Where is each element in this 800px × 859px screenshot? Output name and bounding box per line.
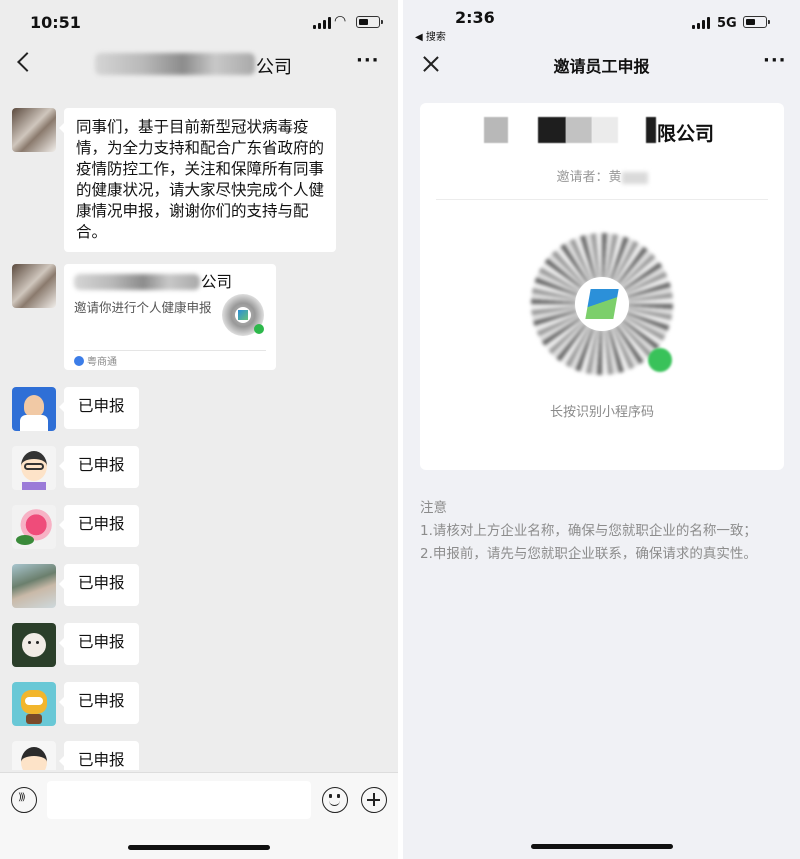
avatar[interactable] [12, 682, 56, 726]
network-label: 5G [717, 16, 737, 31]
note-item: 2.申报前，请先与您就职企业联系，确保请求的真实性。 [420, 546, 757, 562]
status-time: 2:36 [455, 8, 495, 27]
card-description: 邀请你进行个人健康申报 [74, 300, 212, 315]
avatar[interactable] [12, 505, 56, 549]
notes-section: 注意 1.请核对上方企业名称，确保与您就职企业的名称一致； 2.申报前，请先与您… [420, 497, 770, 566]
redacted-block [484, 117, 508, 143]
status-bar: 10:51 ◠ [0, 0, 398, 44]
message-bubble[interactable]: 同事们，基于目前新型冠状病毒疫情，为全力支持和配合广东省政府的疫情防控工作，关注… [59, 108, 336, 252]
voice-icon[interactable] [11, 787, 37, 813]
redacted-block [592, 117, 618, 143]
back-arrow-icon[interactable] [17, 52, 37, 72]
avatar[interactable] [12, 564, 56, 608]
avatar[interactable] [12, 623, 56, 667]
inviter-line: 邀请者：黄 [420, 166, 784, 185]
message-bubble[interactable]: 已申报 [59, 741, 139, 770]
app-logo-icon [74, 355, 84, 366]
card-title: 公司 [201, 273, 233, 291]
chat-nav-bar: 公司 ··· [0, 44, 398, 86]
message-bubble[interactable]: 已申报 [59, 682, 139, 724]
home-indicator [531, 844, 673, 849]
page-title: 邀请员工申报 [553, 57, 650, 76]
redacted-group-name [95, 53, 255, 75]
battery-icon [743, 16, 770, 28]
avatar[interactable] [12, 108, 56, 152]
back-to-search[interactable]: ◀ 搜索 [415, 28, 446, 43]
redacted-inviter [621, 171, 648, 184]
wifi-icon: ◠ [334, 13, 347, 29]
invite-screen: 2:36 ◀ 搜索 5G 邀请员工申报 ··· 限公司 邀请者：黄 长按识别小程… [403, 0, 800, 859]
redacted-company-name [74, 274, 200, 290]
status-bar: 2:36 ◀ 搜索 5G [403, 0, 800, 44]
card-source: 粤商通 [87, 357, 117, 368]
battery-icon [356, 16, 383, 28]
app-logo-icon [575, 277, 629, 331]
input-toolbar [0, 772, 398, 859]
message-list: 同事们，基于目前新型冠状病毒疫情，为全力支持和配合广东省政府的疫情防控工作，关注… [0, 90, 398, 770]
avatar[interactable] [12, 264, 56, 308]
card-divider [436, 199, 768, 200]
qr-code-icon [222, 294, 264, 336]
card-divider [74, 350, 266, 351]
invite-card: 限公司 邀请者：黄 长按识别小程序码 [420, 103, 784, 470]
more-icon[interactable]: ··· [356, 50, 380, 71]
mini-program-card[interactable]: 公司 邀请你进行个人健康申报 粤商通 [64, 264, 276, 370]
redacted-block [566, 117, 592, 143]
avatar[interactable] [12, 446, 56, 490]
message-bubble[interactable]: 已申报 [59, 505, 139, 547]
note-item: 1.请核对上方企业名称，确保与您就职企业的名称一致； [420, 523, 757, 539]
status-time: 10:51 [30, 13, 81, 32]
verified-badge-icon [648, 348, 672, 372]
avatar[interactable] [12, 741, 56, 770]
message-bubble[interactable]: 已申报 [59, 446, 139, 488]
redacted-block [538, 117, 566, 143]
qr-hint: 长按识别小程序码 [549, 405, 654, 420]
message-input[interactable] [47, 781, 311, 819]
emoji-icon[interactable] [322, 787, 348, 813]
inviter-label: 邀请者：黄 [556, 170, 622, 185]
chat-screen: 10:51 ◠ 公司 ··· 同事们，基于目前新型冠状病毒疫情，为全力支持和配合… [0, 0, 398, 859]
more-icon[interactable]: ··· [763, 50, 787, 71]
plus-icon[interactable] [361, 787, 387, 813]
message-bubble[interactable]: 已申报 [59, 564, 139, 606]
redacted-block [646, 117, 656, 143]
message-bubble[interactable]: 已申报 [59, 387, 139, 429]
company-name: 限公司 [657, 123, 715, 145]
avatar[interactable] [12, 387, 56, 431]
card-footer: 粤商通 [74, 353, 117, 368]
nav-bar: 邀请员工申报 ··· [403, 44, 800, 84]
message-bubble[interactable]: 已申报 [59, 623, 139, 665]
signal-icon [692, 17, 710, 29]
home-indicator [128, 845, 270, 850]
signal-icon [313, 17, 331, 29]
notes-heading: 注意 [420, 500, 447, 516]
chat-title: 公司 [256, 57, 292, 78]
